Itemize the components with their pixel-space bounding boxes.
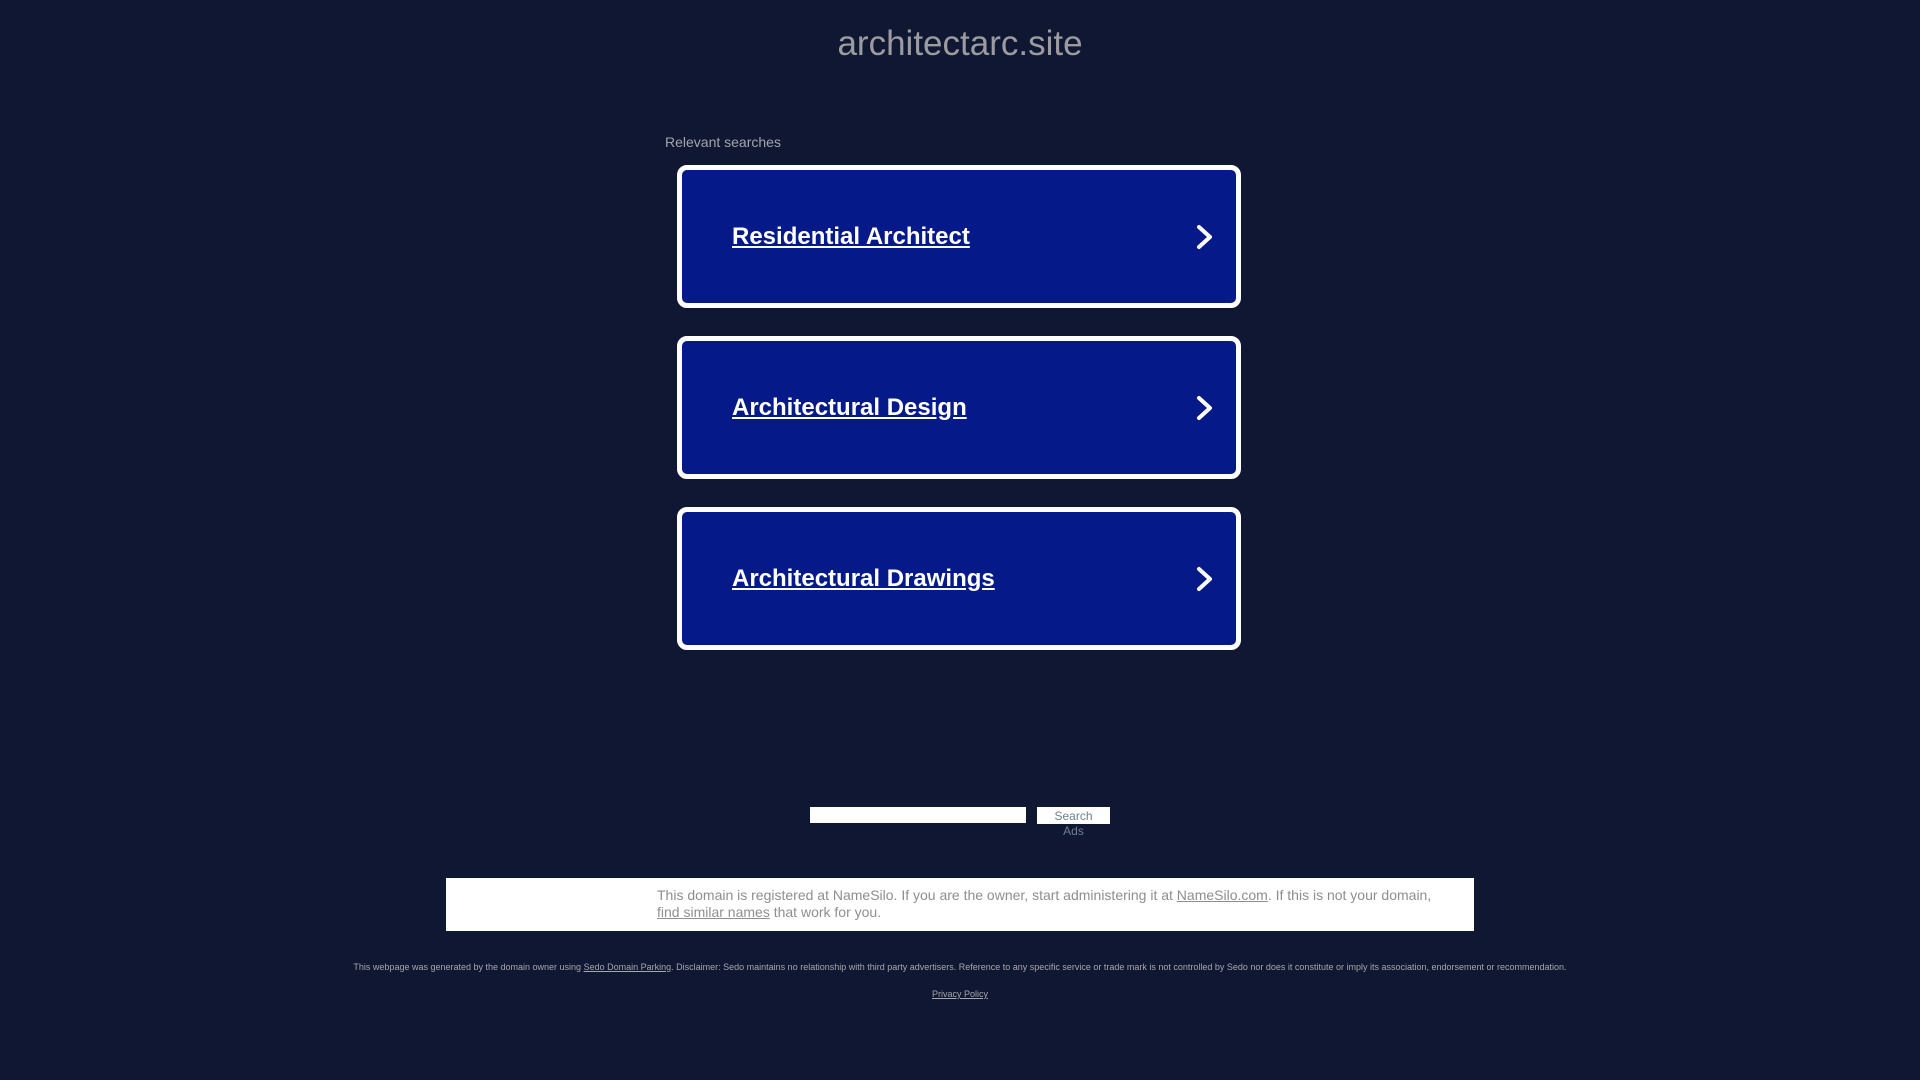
search-card-label: Architectural Drawings [732,564,995,592]
namesilo-link[interactable]: NameSilo.com [1177,887,1268,903]
relevant-searches-label: Relevant searches [665,134,781,150]
privacy-policy-link[interactable]: Privacy Policy [932,989,988,999]
disclaimer-text-part-2: . Disclaimer: Sedo maintains no relation… [671,962,1567,972]
search-card-architectural-drawings[interactable]: Architectural Drawings [677,507,1241,650]
search-card-label: Architectural Design [732,393,967,421]
search-ads-button[interactable]: Search Ads [1037,807,1110,838]
sedo-domain-parking-link[interactable]: Sedo Domain Parking [584,962,672,972]
domain-title: architectarc.site [837,24,1083,63]
search-card-residential-architect[interactable]: Residential Architect [677,165,1241,308]
disclaimer: This webpage was generated by the domain… [0,961,1920,973]
find-similar-names-link[interactable]: find similar names [657,904,770,920]
registry-text-part-1: This domain is registered at NameSilo. I… [657,887,1177,903]
registry-text: This domain is registered at NameSilo. I… [657,887,1465,921]
search-ads-input[interactable] [810,807,1026,823]
privacy-policy-row: Privacy Policy [0,988,1920,1000]
search-card-architectural-design[interactable]: Architectural Design [677,336,1241,479]
registry-notice: This domain is registered at NameSilo. I… [446,878,1474,931]
search-card-label: Residential Architect [732,222,970,250]
registry-text-part-2: . If this is not your domain, [1267,887,1432,903]
search-ads-form: Search Ads [0,807,1920,838]
parked-domain-page: architectarc.site Relevant searches Resi… [0,0,1920,1080]
registry-text-part-3: that work for you. [769,904,882,920]
chevron-right-icon [1197,566,1212,591]
disclaimer-text-part-1: This webpage was generated by the domain… [353,962,584,972]
chevron-right-icon [1197,224,1212,249]
chevron-right-icon [1197,395,1212,420]
